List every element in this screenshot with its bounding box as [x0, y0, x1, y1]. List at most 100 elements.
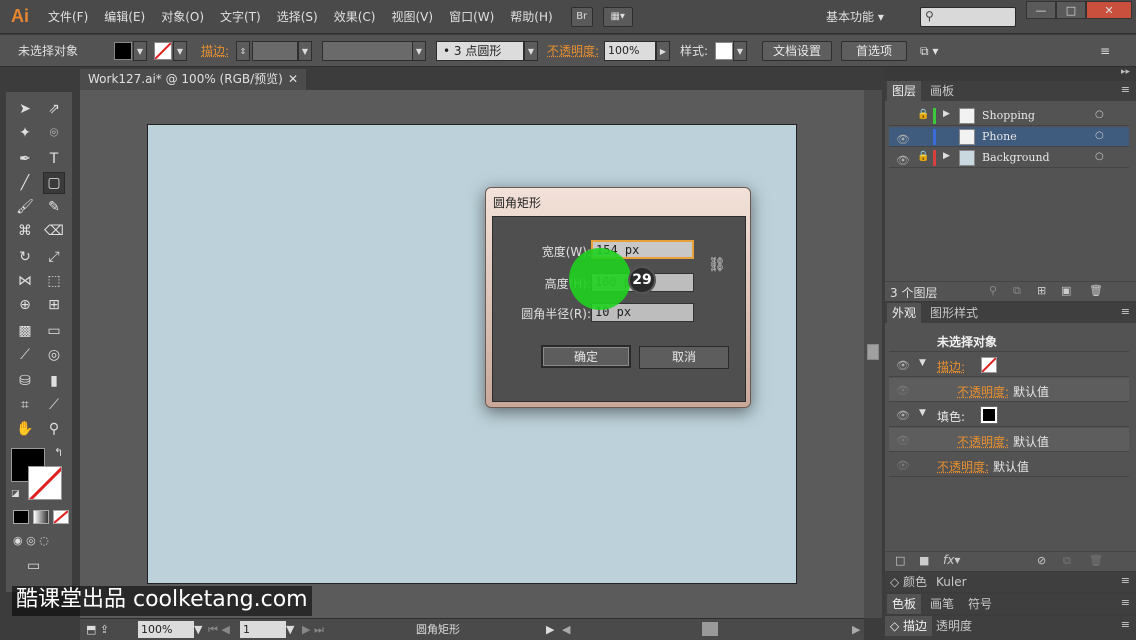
scale-tool-icon[interactable]: ⤢	[43, 246, 65, 268]
type-tool-icon[interactable]: T	[43, 148, 65, 170]
zoom-dropdown[interactable]: ▼	[194, 621, 202, 638]
appearance-fill-row[interactable]: 👁 ▼ 填色:	[889, 403, 1129, 427]
tab-appearance[interactable]: 外观	[887, 303, 922, 323]
scrollbar-thumb[interactable]	[867, 344, 879, 360]
collapse-panels-icon[interactable]: ▸▸	[1121, 67, 1130, 77]
pencil-tool-icon[interactable]: ✎	[43, 196, 65, 218]
width-tool-icon[interactable]: ⋈	[14, 270, 36, 292]
fill-swatch[interactable]	[114, 42, 132, 60]
symbol-sprayer-tool-icon[interactable]: ⛁	[14, 370, 36, 392]
artboard-tool-icon[interactable]: ⌗	[14, 394, 36, 416]
blob-brush-tool-icon[interactable]: ⌘	[14, 220, 36, 242]
artboard-nav-first-icon[interactable]: ⏮ ◀	[208, 621, 230, 638]
target-circle-icon[interactable]: ○	[1095, 109, 1104, 120]
stroke-weight-input[interactable]	[252, 41, 298, 61]
status-menu-icon[interactable]: ▶	[546, 621, 554, 638]
hand-tool-icon[interactable]: ✋	[14, 418, 36, 440]
expand-triangle-icon[interactable]: ▶	[943, 151, 950, 161]
default-colors-icon[interactable]: ◪	[11, 489, 20, 499]
opacity-label[interactable]: 不透明度:	[547, 41, 599, 61]
variable-width-profile[interactable]	[322, 41, 414, 61]
none-mode-icon[interactable]	[53, 510, 69, 524]
appearance-stroke-label[interactable]: 描边:	[937, 358, 965, 375]
visibility-eye-icon[interactable]: 👁	[896, 154, 910, 167]
layers-panel-menu-icon[interactable]: ≡	[1121, 83, 1130, 96]
tab-stroke[interactable]: ◇ 描边	[885, 616, 933, 636]
layer-row-shopping[interactable]: 🔒 ▶ Shopping ○	[889, 106, 1129, 126]
color-mode-icon[interactable]	[13, 510, 29, 524]
isolate-icon[interactable]: ⧉ ▾	[920, 41, 938, 61]
fill-black-swatch[interactable]	[980, 406, 998, 424]
lock-icon[interactable]: 🔒	[917, 151, 929, 162]
stroke-weight-stepper[interactable]: ⇕	[236, 41, 250, 61]
appearance-stroke-row[interactable]: 👁 ▼ 描边:	[889, 353, 1129, 377]
object-opacity-row[interactable]: 👁 不透明度: 默认值	[889, 453, 1129, 477]
lock-icon[interactable]: 🔒	[917, 109, 929, 120]
bridge-button[interactable]: Br	[570, 6, 593, 27]
brush-dropdown[interactable]: ▼	[524, 41, 538, 61]
fill-opacity-label[interactable]: 不透明度:	[957, 433, 1009, 450]
target-circle-icon[interactable]: ○	[1095, 130, 1104, 141]
paintbrush-tool-icon[interactable]: 🖌	[14, 196, 36, 218]
workspace-switcher[interactable]: 基本功能 ▾	[826, 7, 910, 27]
stroke-none-swatch[interactable]	[981, 357, 997, 373]
status-options-icon[interactable]: ⬒ ⇪	[86, 621, 109, 638]
target-circle-icon[interactable]: ○	[1095, 151, 1104, 162]
new-layer-icon[interactable]: ▣	[1061, 284, 1071, 297]
collapse-triangle-icon[interactable]: ▼	[919, 408, 926, 418]
screen-mode-icon[interactable]: ▭	[27, 558, 51, 576]
menu-edit[interactable]: 编辑(E)	[96, 0, 153, 34]
horizontal-scrollbar-thumb[interactable]	[702, 622, 718, 636]
selection-tool-icon[interactable]: ➤	[14, 98, 36, 120]
tab-symbols[interactable]: 符号	[963, 594, 997, 614]
link-constrain-icon[interactable]: ⛓	[708, 257, 726, 273]
tab-layers[interactable]: 图层	[887, 81, 922, 101]
visibility-eye-icon[interactable]: 👁	[896, 459, 910, 472]
close-window-button[interactable]: ✕	[1086, 1, 1132, 19]
menu-window[interactable]: 窗口(W)	[441, 0, 502, 34]
blend-tool-icon[interactable]: ◎	[43, 344, 65, 366]
artboard-nav-next-icon[interactable]: ▶ ⏭	[302, 621, 324, 638]
new-sublayer-icon[interactable]: ⊞	[1037, 284, 1046, 297]
rounded-rectangle-tool-icon[interactable]: ▢	[43, 172, 65, 194]
mesh-tool-icon[interactable]: ▩	[14, 320, 36, 342]
visibility-eye-icon[interactable]: 👁	[896, 384, 910, 397]
delete-layer-icon[interactable]: 🗑	[1089, 284, 1103, 297]
help-search-input[interactable]: ⚲	[920, 7, 1016, 27]
document-setup-button[interactable]: 文档设置	[762, 41, 832, 61]
menu-object[interactable]: 对象(O)	[153, 0, 212, 34]
slice-tool-icon[interactable]: ⟋	[43, 394, 65, 416]
menu-view[interactable]: 视图(V)	[383, 0, 441, 34]
arrange-documents-icon[interactable]: ▦▾	[602, 6, 633, 27]
fx-effect-icon[interactable]: fx▾	[943, 553, 960, 567]
visibility-eye-icon[interactable]: 👁	[896, 434, 910, 447]
brush-definition[interactable]: • 3 点圆形	[436, 41, 524, 61]
menu-help[interactable]: 帮助(H)	[502, 0, 560, 34]
stroke-color-icon[interactable]	[28, 466, 62, 500]
stroke-swatch[interactable]	[154, 42, 172, 60]
control-panel-menu-icon[interactable]: ≡	[1100, 41, 1110, 61]
menu-type[interactable]: 文字(T)	[212, 0, 269, 34]
tab-swatches[interactable]: 色板	[887, 594, 922, 614]
h-scroll-right-icon[interactable]: ▶	[852, 621, 860, 638]
fill-dropdown[interactable]: ▼	[133, 41, 147, 61]
swatches-panel-menu-icon[interactable]: ≡	[1121, 596, 1130, 609]
gradient-mode-icon[interactable]	[33, 510, 49, 524]
delete-item-icon[interactable]: 🗑	[1089, 554, 1103, 567]
free-transform-tool-icon[interactable]: ⬚	[43, 270, 65, 292]
shape-builder-tool-icon[interactable]: ⊕	[14, 294, 36, 316]
add-fill-icon[interactable]: ■	[919, 554, 929, 567]
graphic-style-swatch[interactable]	[715, 42, 733, 60]
artboard-dropdown[interactable]: ▼	[286, 621, 294, 638]
duplicate-item-icon[interactable]: ⧉	[1063, 554, 1071, 568]
line-segment-tool-icon[interactable]: ╱	[14, 172, 36, 194]
layer-row-phone[interactable]: 👁 Phone ○	[889, 127, 1129, 147]
perspective-grid-tool-icon[interactable]: ⊞	[43, 294, 65, 316]
maximize-button[interactable]: □	[1056, 1, 1086, 19]
visibility-eye-icon[interactable]: 👁	[896, 409, 910, 422]
layer-row-background[interactable]: 👁 🔒 ▶ Background ○	[889, 148, 1129, 168]
rotate-tool-icon[interactable]: ↻	[14, 246, 36, 268]
clipping-mask-icon[interactable]: ⧉	[1013, 284, 1021, 298]
stroke-opacity-row[interactable]: 👁 不透明度: 默认值	[889, 378, 1129, 402]
h-scroll-left-icon[interactable]: ◀	[562, 621, 570, 638]
